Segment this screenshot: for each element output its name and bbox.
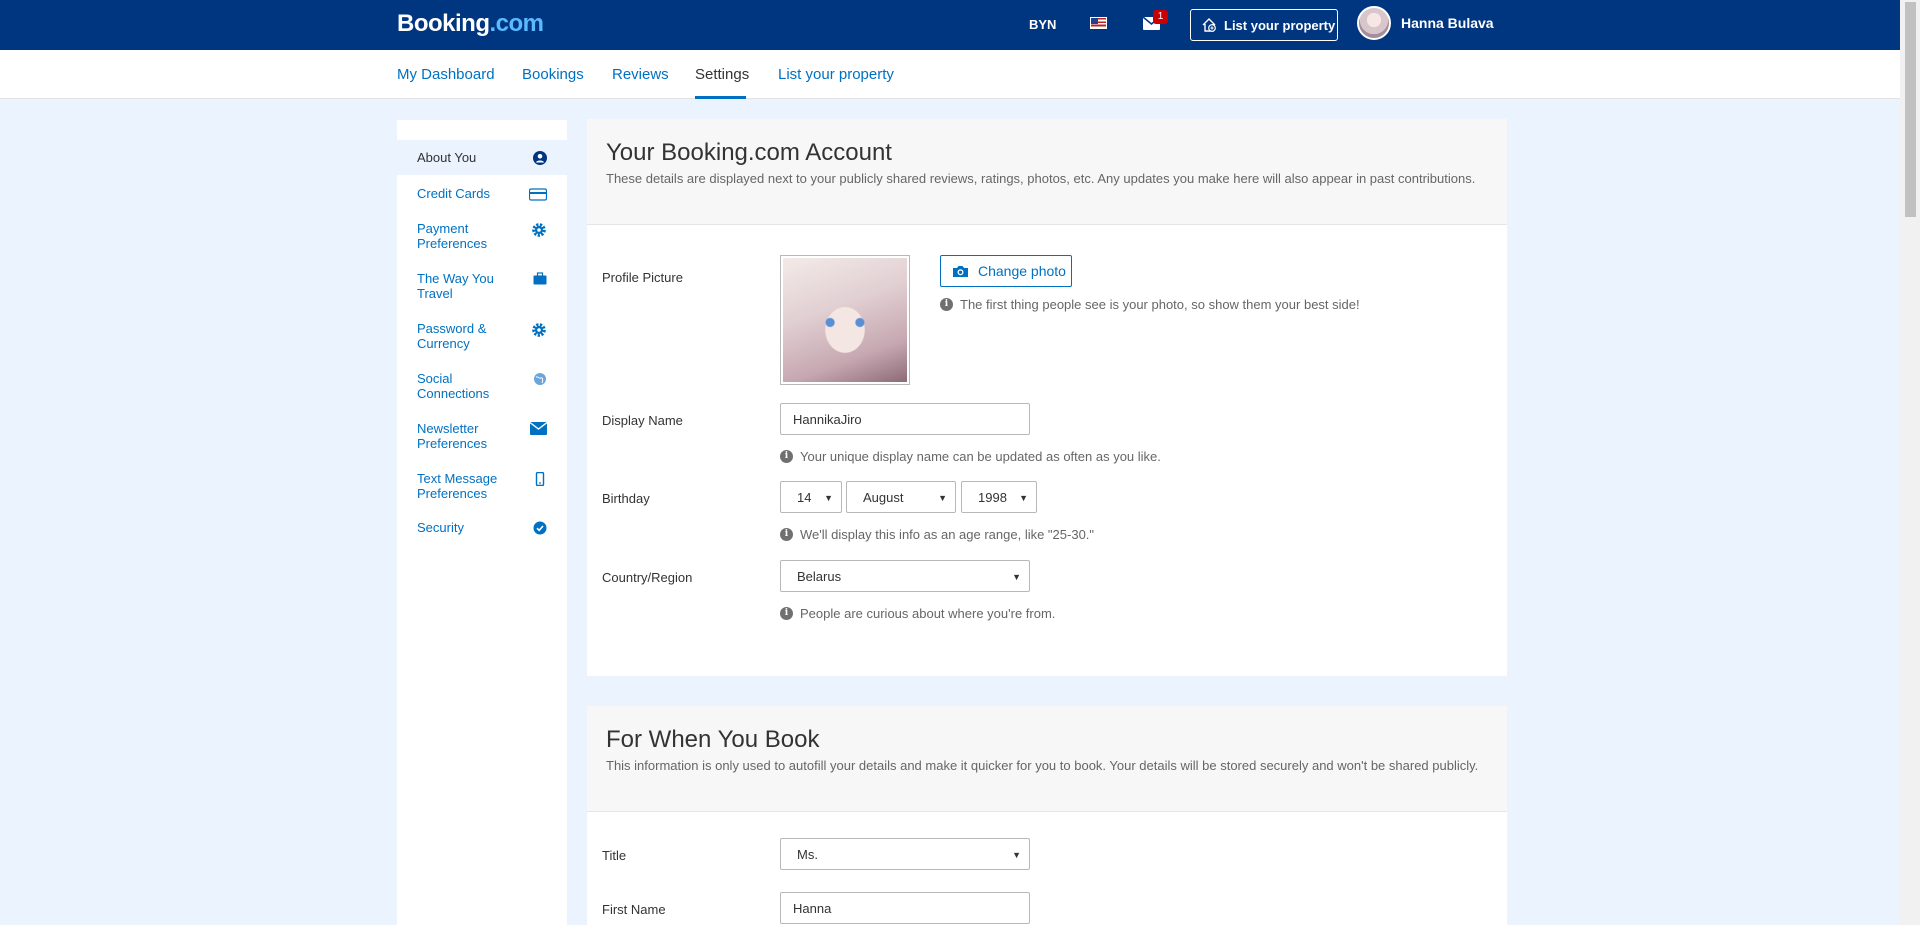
change-photo-label: Change photo — [978, 263, 1066, 279]
sidebar-item-label: Password & Currency — [417, 321, 487, 351]
page-title: Your Booking.com Account — [606, 139, 892, 166]
booking-form: Title Ms. ▼ First Name Hanna — [587, 812, 1507, 925]
country-hint-text: People are curious about where you're fr… — [800, 606, 1056, 621]
avatar — [1357, 6, 1391, 40]
display-name-hint-text: Your unique display name can be updated … — [800, 449, 1161, 464]
account-description: These details are displayed next to your… — [606, 171, 1476, 186]
display-name-label: Display Name — [602, 413, 683, 428]
sidebar-item-about-you[interactable]: About You — [397, 140, 567, 175]
scrollbar-thumb[interactable] — [1905, 2, 1916, 217]
birthday-month-value: August — [863, 490, 904, 505]
info-icon: i — [940, 298, 953, 311]
sidebar-item-label: Newsletter Preferences — [417, 421, 488, 451]
birthday-hint: i We'll display this info as an age rang… — [780, 527, 1094, 542]
sidebar-item-label: Security — [417, 520, 464, 535]
sidebar-item-social-connections[interactable]: Social Connections — [397, 371, 567, 401]
birthday-day-select[interactable]: 14 ▼ — [780, 481, 842, 513]
notification-badge: 1 — [1153, 10, 1168, 24]
sidebar-item-label: The Way You Travel — [417, 271, 494, 301]
nav-list-your-property[interactable]: List your property — [778, 66, 894, 83]
birthday-label: Birthday — [602, 491, 650, 506]
display-name-hint: i Your unique display name can be update… — [780, 449, 1161, 464]
house-plus-icon — [1202, 18, 1216, 32]
phone-icon — [535, 472, 545, 486]
booking-details-card: For When You Book This information is on… — [587, 706, 1507, 925]
display-name-field[interactable]: HannikaJiro — [780, 403, 1030, 435]
user-menu[interactable]: Hanna Bulava — [1357, 6, 1494, 40]
us-flag-icon[interactable] — [1090, 17, 1107, 29]
country-label: Country/Region — [602, 570, 693, 585]
credit-card-icon — [529, 188, 547, 201]
user-icon — [533, 150, 547, 165]
title-select[interactable]: Ms. ▼ — [780, 838, 1030, 870]
active-tab-indicator — [695, 96, 746, 99]
chevron-down-icon: ▼ — [1019, 493, 1028, 503]
settings-sidebar: About You Credit Cards Payment Preferenc… — [397, 120, 567, 925]
sidebar-item-password-currency[interactable]: Password & Currency — [397, 321, 567, 351]
booking-card-header: For When You Book This information is on… — [587, 706, 1507, 812]
list-property-label: List your property — [1224, 17, 1336, 33]
birthday-month-select[interactable]: August ▼ — [846, 481, 956, 513]
sidebar-item-text-message-preferences[interactable]: Text Message Preferences — [397, 471, 567, 501]
booking-description: This information is only used to autofil… — [606, 758, 1479, 773]
info-icon: i — [780, 450, 793, 463]
account-card: Your Booking.com Account These details a… — [587, 119, 1507, 676]
sidebar-item-label: About You — [417, 150, 477, 165]
birthday-year-select[interactable]: 1998 ▼ — [961, 481, 1037, 513]
sidebar-item-security[interactable]: Security — [397, 520, 567, 535]
sub-navigation: My Dashboard Bookings Reviews Settings L… — [0, 50, 1900, 99]
sidebar-item-label: Text Message Preferences — [417, 471, 498, 501]
sidebar-item-the-way-you-travel[interactable]: The Way You Travel — [397, 271, 567, 301]
booking-logo[interactable]: Booking.com — [397, 10, 544, 38]
first-name-field[interactable]: Hanna — [780, 892, 1030, 924]
title-value: Ms. — [797, 847, 818, 862]
checkmark-icon — [533, 521, 547, 535]
photo-hint: i The first thing people see is your pho… — [940, 297, 1360, 312]
sidebar-item-label: Credit Cards — [417, 186, 490, 201]
camera-icon — [953, 265, 968, 277]
account-card-header: Your Booking.com Account These details a… — [587, 119, 1507, 225]
currency-selector[interactable]: BYN — [1029, 17, 1056, 32]
sidebar-item-label: Social Connections — [417, 371, 490, 401]
chevron-down-icon: ▼ — [824, 493, 833, 503]
birthday-year-value: 1998 — [978, 490, 1007, 505]
info-icon: i — [780, 607, 793, 620]
nav-settings[interactable]: Settings — [695, 66, 749, 83]
title-label: Title — [602, 848, 627, 863]
sidebar-item-payment-preferences[interactable]: Payment Preferences — [397, 221, 567, 251]
nav-bookings[interactable]: Bookings — [522, 66, 584, 83]
country-select[interactable]: Belarus ▼ — [780, 560, 1030, 592]
birthday-day-value: 14 — [797, 490, 812, 505]
list-property-button[interactable]: List your property — [1190, 9, 1338, 41]
photo-hint-text: The first thing people see is your photo… — [960, 297, 1360, 312]
sidebar-item-label: Payment Preferences — [417, 221, 488, 251]
section-title: For When You Book — [606, 726, 820, 753]
user-name: Hanna Bulava — [1401, 15, 1494, 31]
envelope-icon — [530, 422, 547, 435]
chevron-down-icon: ▼ — [938, 493, 947, 503]
chevron-down-icon: ▼ — [1012, 850, 1021, 860]
sidebar-item-credit-cards[interactable]: Credit Cards — [397, 186, 567, 201]
country-value: Belarus — [797, 569, 842, 584]
gear-icon — [532, 223, 546, 237]
profile-picture-label: Profile Picture — [602, 270, 683, 285]
chevron-down-icon: ▼ — [1012, 572, 1021, 582]
change-photo-button[interactable]: Change photo — [940, 255, 1072, 287]
sidebar-item-newsletter-preferences[interactable]: Newsletter Preferences — [397, 421, 567, 451]
profile-photo[interactable] — [780, 255, 910, 385]
nav-reviews[interactable]: Reviews — [612, 66, 669, 83]
first-name-label: First Name — [602, 902, 666, 917]
birthday-hint-text: We'll display this info as an age range,… — [800, 527, 1095, 542]
top-header: Booking.com BYN 1 List your property Han… — [0, 0, 1900, 50]
info-icon: i — [780, 528, 793, 541]
suitcase-icon — [533, 272, 547, 285]
account-form: Profile Picture Change photo i The first… — [587, 225, 1507, 676]
gear-icon — [532, 323, 546, 337]
globe-icon — [534, 373, 546, 385]
country-hint: i People are curious about where you're … — [780, 606, 1055, 621]
nav-my-dashboard[interactable]: My Dashboard — [397, 66, 495, 83]
